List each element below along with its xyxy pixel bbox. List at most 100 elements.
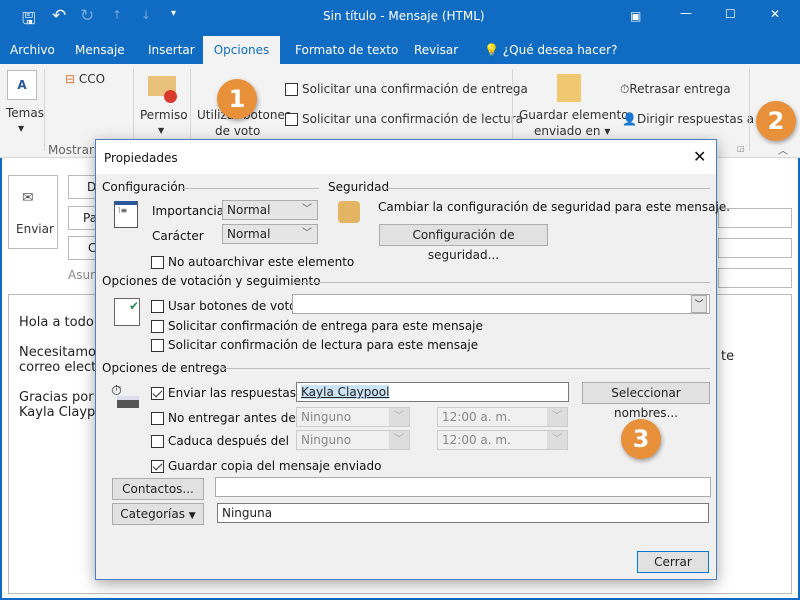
request-read-label: Solicitar una confirmación de lectura [302,112,524,126]
redo-icon[interactable]: ↻ [80,6,94,26]
checkbox[interactable] [151,460,164,473]
chevron-down-icon[interactable]: ﹀ [691,295,707,313]
chevron-down-icon: ﹀ [547,408,567,426]
tab-insertar[interactable]: Insertar [144,36,199,64]
caret-down-icon: ▼ [188,511,196,521]
request-delivery-label: Solicitar una confirmación de entrega [302,82,528,96]
person-icon: 👤 [622,112,637,126]
expires-date[interactable]: Ninguno ﹀ [296,430,410,450]
window-title: Sin título - Mensaje (HTML) [323,9,485,23]
customize-toolbar-icon[interactable]: ▾ [171,8,176,19]
voting-buttons-line2: de voto [215,124,261,138]
direct-replies-label: Dirigir respuestas a [636,112,755,126]
collapse-ribbon-icon[interactable]: ︿ [778,142,788,157]
dialog-title: Propiedades [104,151,178,165]
security-settings-button[interactable]: Configuración de seguridad... [379,224,548,262]
checkbox[interactable] [151,300,164,313]
checkbox[interactable] [151,320,164,333]
importance-select[interactable]: Normal ﹀ [222,200,318,220]
bcc-icon: ⊟ [65,72,76,86]
save-copy-label: Guardar copia del mensaje enviado [168,459,382,473]
subject-field[interactable] [718,268,792,288]
no-autoarchive-checkbox[interactable]: No autoarchivar este elemento [151,255,354,269]
maximize-icon[interactable]: ☐ [725,7,736,21]
tab-opciones[interactable]: Opciones [203,36,280,64]
title-bar: 🖫 ↶ ↻ ↑ ↓ ▾ Sin título - Mensaje (HTML) … [0,0,800,36]
delivery-receipt-label: Solicitar confirmación de entrega para e… [168,319,483,333]
themes-button[interactable]: Temas [6,106,44,120]
send-button[interactable]: ✉ Enviar [8,175,58,249]
delay-delivery-button[interactable]: ⏱Retrasar entrega [620,82,731,97]
bcc-button[interactable]: ⊟ CCO [65,72,105,86]
categories-button[interactable]: Categorías ▼ [112,503,204,525]
request-read-checkbox[interactable]: Solicitar una confirmación de lectura [285,112,523,126]
voting-options-combo[interactable]: ﹀ [292,294,710,314]
contacts-button[interactable]: Contactos... [112,478,204,500]
checkbox[interactable] [151,435,164,448]
close-button[interactable]: Cerrar [637,551,709,573]
send-icon: ✉ [22,190,34,206]
not-before-date[interactable]: Ninguno ﹀ [296,407,410,427]
close-dialog-icon[interactable]: ✕ [693,147,706,166]
checkbox[interactable] [151,412,164,425]
checkbox[interactable] [151,387,164,400]
up-arrow-icon[interactable]: ↑ [112,8,122,22]
voting-checklist-icon: ✔ [114,298,140,326]
cc-field[interactable] [718,238,792,258]
undo-icon[interactable]: ↶ [52,6,66,26]
categories-label: Categorías [120,507,185,521]
tab-formato[interactable]: Formato de texto [291,36,402,64]
select-names-button[interactable]: Seleccionar nombres... [582,382,710,420]
permission-button[interactable]: Permiso [140,108,188,122]
security-text: Cambiar la configuración de seguridad pa… [378,200,731,214]
ribbon-display-icon[interactable]: ▣ [630,9,641,23]
callout-badge-2: 2 [756,101,796,141]
properties-dialog: Propiedades ✕ Configuración ⁝≡ Importanc… [95,139,730,580]
sensitivity-label: Carácter [152,229,204,243]
sensitivity-select[interactable]: Normal ﹀ [222,224,318,244]
chevron-down-icon: ▼ [158,126,165,135]
voting-heading: Opciones de votación y seguimiento [102,274,321,288]
down-arrow-icon[interactable]: ↓ [141,8,151,22]
send-label: Enviar [16,222,54,236]
not-before-checkbox[interactable]: No entregar antes del [151,411,299,425]
expires-checkbox[interactable]: Caduca después del [151,434,289,448]
direct-replies-button[interactable]: 👤Dirigir respuestas a [622,112,754,126]
subject-label: Asun [68,268,98,282]
request-delivery-checkbox[interactable]: Solicitar una confirmación de entrega [285,82,528,96]
save-sent-item-button[interactable]: Guardar elemento [519,108,629,122]
tell-me-label: ¿Qué desea hacer? [502,43,618,57]
replies-to-field[interactable]: Kayla Claypool [296,382,569,402]
use-voting-checkbox[interactable]: Usar botones de voto [151,299,297,313]
tab-archivo[interactable]: Archivo [6,36,59,64]
chevron-down-icon: ﹀ [389,408,409,426]
chevron-down-icon: ﹀ [389,431,409,449]
checkbox[interactable] [285,83,298,96]
chevron-down-icon: ﹀ [302,204,312,215]
close-window-icon[interactable]: ✕ [770,7,780,21]
expires-label: Caduca después del [168,434,289,448]
dialog-launcher-icon[interactable]: ◲ [737,144,745,153]
contacts-field[interactable] [215,477,711,497]
checkbox[interactable] [151,339,164,352]
save-copy-checkbox[interactable]: Guardar copia del mensaje enviado [151,459,381,473]
save-icon[interactable]: 🖫 [22,8,36,35]
tell-me-search[interactable]: 💡 ¿Qué desea hacer? [480,36,621,64]
send-replies-label: Enviar las respuestas a [168,386,308,400]
save-sent-folder-icon [557,74,581,102]
lightbulb-icon: 💡 [484,43,499,57]
send-replies-checkbox[interactable]: Enviar las respuestas a [151,386,307,400]
tab-revisar[interactable]: Revisar [410,36,462,64]
delivery-receipt-checkbox[interactable]: Solicitar confirmación de entrega para e… [151,319,483,333]
restrict-icon [164,90,177,103]
read-receipt-checkbox[interactable]: Solicitar confirmación de lectura para e… [151,338,478,352]
not-before-time[interactable]: 12:00 a. m. ﹀ [437,407,568,427]
body-text-fragment: te [721,349,735,364]
expires-time[interactable]: 12:00 a. m. ﹀ [437,430,568,450]
tab-mensaje[interactable]: Mensaje [71,36,129,64]
checkbox[interactable] [151,256,164,269]
categories-field[interactable]: Ninguna [217,503,709,523]
minimize-icon[interactable]: — [680,6,692,20]
themes-icon[interactable]: A [7,70,37,100]
checkbox[interactable] [285,113,298,126]
